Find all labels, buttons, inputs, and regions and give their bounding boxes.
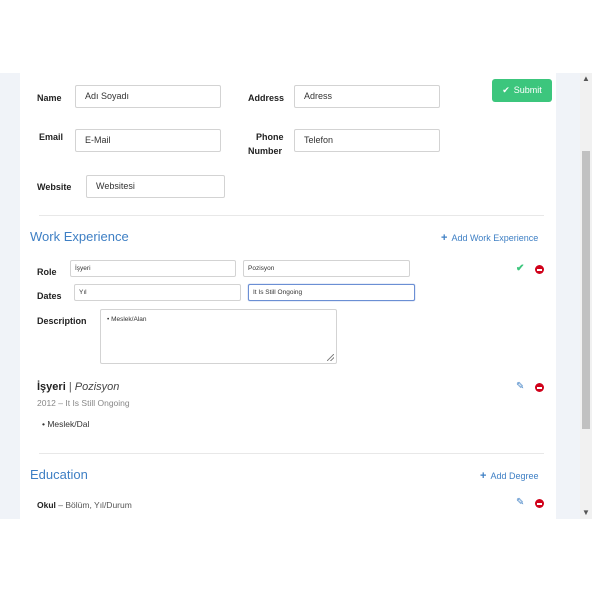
work-experience-title: Work Experience	[30, 229, 129, 244]
education-title: Education	[30, 467, 88, 482]
edit-pencil-icon[interactable]: ✎	[516, 497, 524, 508]
work-entry-bullet: • Meslek/Dal	[42, 419, 90, 429]
description-label: Description	[37, 316, 87, 326]
divider	[39, 453, 544, 454]
delete-minus-icon[interactable]	[535, 499, 544, 508]
role-label: Role	[37, 267, 57, 277]
email-input[interactable]: E-Mail	[75, 129, 221, 152]
resize-handle-icon[interactable]	[327, 354, 334, 361]
divider	[39, 215, 544, 216]
right-gutter	[556, 73, 580, 519]
phone-input[interactable]: Telefon	[294, 129, 440, 152]
dates-label: Dates	[37, 291, 62, 301]
description-bullet: • Meslek/Alan	[107, 316, 147, 323]
education-entry: Okul – Bölüm, Yıl/Durum	[37, 500, 132, 510]
edit-pencil-icon[interactable]: ✎	[516, 381, 524, 392]
scroll-up-arrow-icon[interactable]: ▲	[580, 73, 592, 85]
add-work-experience-link[interactable]: + Add Work Experience	[441, 232, 538, 244]
work-entry-company: İşyeri	[37, 381, 66, 393]
end-date-input[interactable]: It Is Still Ongoing	[248, 284, 415, 301]
submit-label: Submit	[513, 85, 542, 95]
name-input[interactable]: Adı Soyadı	[75, 85, 221, 108]
submit-button[interactable]: ✔ Submit	[492, 79, 552, 102]
plus-icon: +	[441, 232, 448, 244]
name-label: Name	[37, 93, 62, 103]
email-label: Email	[39, 132, 64, 142]
add-degree-link[interactable]: + Add Degree	[480, 470, 538, 482]
left-gutter	[0, 73, 20, 519]
work-entry-position: Pozisyon	[74, 381, 120, 393]
work-entry-dates: 2012 – It Is Still Ongoing	[37, 398, 130, 408]
education-entry-details: – Bölüm, Yıl/Durum	[55, 500, 132, 510]
check-icon: ✔	[502, 85, 510, 95]
address-input[interactable]: Adress	[294, 85, 440, 108]
add-degree-label: Add Degree	[490, 471, 539, 481]
resume-card: ✔ Submit Name Adı Soyadı Address Adress E…	[20, 73, 556, 519]
education-entry-school: Okul	[37, 500, 56, 510]
phone-label-line1: Phone	[256, 132, 284, 142]
confirm-check-icon[interactable]: ✔	[516, 263, 524, 274]
company-input[interactable]: İşyeri	[70, 260, 236, 277]
year-input[interactable]: Yıl	[74, 284, 241, 301]
add-work-experience-label: Add Work Experience	[451, 233, 539, 243]
plus-icon: +	[480, 470, 487, 482]
remove-minus-icon[interactable]	[535, 265, 544, 274]
vertical-scrollbar[interactable]: ▲ ▼	[580, 73, 592, 519]
address-label: Address	[248, 93, 285, 103]
delete-minus-icon[interactable]	[535, 383, 544, 392]
work-entry-title: İşyeri | Pozisyon	[37, 381, 119, 393]
page-viewport: ✔ Submit Name Adı Soyadı Address Adress E…	[0, 73, 592, 519]
description-textarea[interactable]: • Meslek/Alan	[100, 309, 337, 364]
website-input[interactable]: Websitesi	[86, 175, 225, 198]
scroll-down-arrow-icon[interactable]: ▼	[580, 507, 592, 519]
scroll-thumb[interactable]	[582, 151, 590, 429]
phone-label-line2: Number	[248, 146, 283, 156]
position-input[interactable]: Pozisyon	[243, 260, 410, 277]
work-entry-separator: |	[68, 381, 72, 393]
website-label: Website	[37, 182, 72, 192]
